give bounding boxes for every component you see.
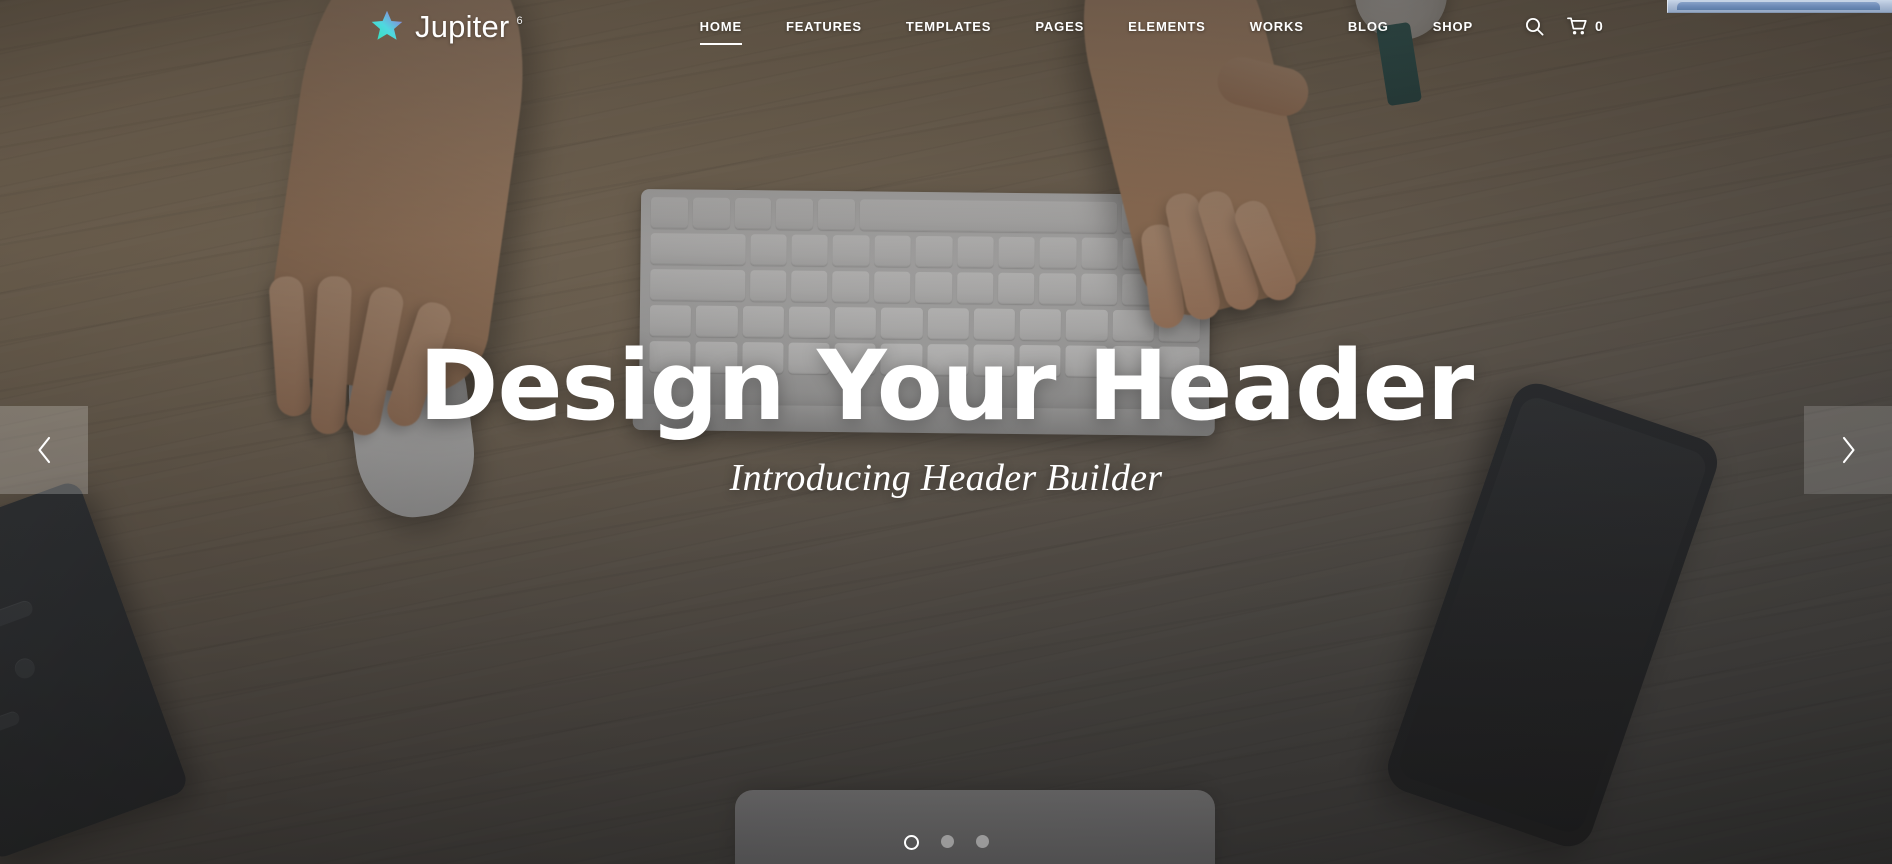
nav-item-pages[interactable]: PAGES xyxy=(1013,13,1106,40)
slider-dot-2[interactable] xyxy=(940,835,954,848)
shopping-cart-icon xyxy=(1567,16,1588,36)
hero-content: Design Your Header Introducing Header Bu… xyxy=(0,330,1892,500)
slider-dot-3[interactable] xyxy=(975,835,989,848)
brand-version: 6 xyxy=(516,15,523,27)
search-icon xyxy=(1525,17,1544,36)
hero-title: Design Your Header xyxy=(418,330,1475,442)
slider-prev-button[interactable] xyxy=(0,406,88,494)
star-icon xyxy=(370,9,404,43)
nav-item-blog[interactable]: BLOG xyxy=(1326,13,1411,40)
chevron-right-icon xyxy=(1840,436,1857,464)
slider-dot-1[interactable] xyxy=(903,835,919,850)
nav-item-templates[interactable]: TEMPLATES xyxy=(884,13,1013,40)
cart-count: 0 xyxy=(1595,18,1603,34)
hero-subtitle: Introducing Header Builder xyxy=(729,456,1163,499)
nav-item-shop[interactable]: SHOP xyxy=(1411,13,1495,40)
search-button[interactable] xyxy=(1525,17,1544,36)
brand-logo-link[interactable]: Jupiter 6 xyxy=(370,9,523,43)
slider-next-button[interactable] xyxy=(1804,406,1892,494)
nav-item-works[interactable]: WORKS xyxy=(1228,13,1326,40)
chevron-left-icon xyxy=(36,436,53,464)
cart-button[interactable]: 0 xyxy=(1567,16,1603,36)
site-header: Jupiter 6 HOME FEATURES TEMPLATES PAGES … xyxy=(0,0,1892,52)
nav-item-home[interactable]: HOME xyxy=(678,13,764,45)
hero-slider-page: Jupiter 6 HOME FEATURES TEMPLATES PAGES … xyxy=(0,0,1892,864)
nav-item-elements[interactable]: ELEMENTS xyxy=(1106,13,1228,40)
main-navigation: HOME FEATURES TEMPLATES PAGES ELEMENTS W… xyxy=(678,13,1495,45)
header-tools: 0 xyxy=(1525,16,1603,36)
slider-pagination xyxy=(0,835,1892,850)
brand-name: Jupiter xyxy=(415,8,510,44)
nav-item-features[interactable]: FEATURES xyxy=(764,13,884,40)
